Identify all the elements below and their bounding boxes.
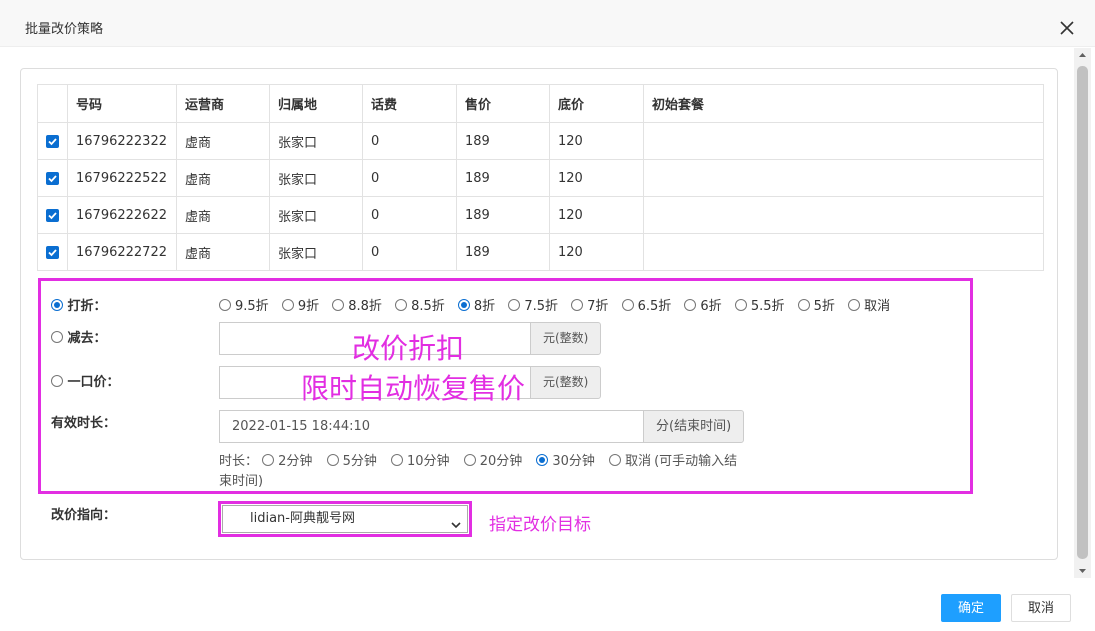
row-checkbox[interactable] [46,245,59,259]
table-cell: 16796222522 [67,159,177,197]
cancel-button[interactable]: 取消 [1011,594,1071,622]
target-select[interactable]: lidian-阿典靓号网 [222,505,468,533]
annotation-restore: 限时自动恢复售价 [301,372,526,405]
table-cell: 189 [456,122,550,160]
table-cell: 0 [362,159,457,197]
table-row: 16796222322 虚商 张家口 0 189 120 [37,122,1044,160]
table-cell: 189 [456,196,550,234]
close-icon[interactable] [1055,16,1079,40]
annotation-discount: 改价折扣 [352,332,465,365]
table-cell: 虚商 [176,233,270,271]
table-cell: 189 [456,159,550,197]
dialog-header: 批量改价策略 [0,0,1095,47]
table-cell: 虚商 [176,122,270,160]
column-header: 归属地 [269,84,363,123]
column-header: 话费 [362,84,457,123]
table-cell: 张家口 [269,196,363,234]
table-header-row: 号码 运营商 归属地 话费 售价 底价 初始套餐 [37,84,1044,123]
table-cell: 120 [549,196,644,234]
scroll-thumb[interactable] [1077,66,1088,559]
column-header: 底价 [549,84,644,123]
table-cell: 0 [362,122,457,160]
scroll-down-icon[interactable] [1074,563,1091,578]
table-cell: 张家口 [269,159,363,197]
table-row: 16796222622 虚商 张家口 0 189 120 [37,196,1044,234]
table-cell: 16796222322 [67,122,177,160]
table-cell [643,159,1044,197]
table-cell: 0 [362,233,457,271]
table-cell: 16796222722 [67,233,177,271]
table-cell [643,233,1044,271]
table-cell: 120 [549,233,644,271]
confirm-button[interactable]: 确定 [941,594,1001,622]
scroll-up-icon[interactable] [1074,48,1091,63]
table-cell: 189 [456,233,550,271]
table-cell: 虚商 [176,196,270,234]
table-cell: 0 [362,196,457,234]
number-table: 号码 运营商 归属地 话费 售价 底价 初始套餐 16796222322 虚商 … [37,84,1044,271]
table-cell: 120 [549,122,644,160]
chevron-down-icon [451,514,461,540]
vertical-scrollbar[interactable] [1074,48,1091,578]
table-cell: 张家口 [269,122,363,160]
annotation-target: 指定改价目标 [489,515,591,535]
column-header: 初始套餐 [643,84,1044,123]
table-cell: 120 [549,159,644,197]
row-checkbox[interactable] [46,208,59,222]
column-header: 运营商 [176,84,270,123]
column-header: 售价 [456,84,550,123]
table-cell: 张家口 [269,233,363,271]
dialog-title: 批量改价策略 [25,22,104,37]
table-row: 16796222722 虚商 张家口 0 189 120 [37,233,1044,271]
select-column-header [37,84,68,123]
table-cell [643,122,1044,160]
target-select-value: lidian-阿典靓号网 [250,511,355,526]
table-cell: 16796222622 [67,196,177,234]
table-cell: 虚商 [176,159,270,197]
target-label: 改价指向： [51,508,117,523]
table-cell [643,196,1044,234]
table-row: 16796222522 虚商 张家口 0 189 120 [37,159,1044,197]
column-header: 号码 [67,84,177,123]
row-checkbox[interactable] [46,134,59,148]
row-checkbox[interactable] [46,171,59,185]
